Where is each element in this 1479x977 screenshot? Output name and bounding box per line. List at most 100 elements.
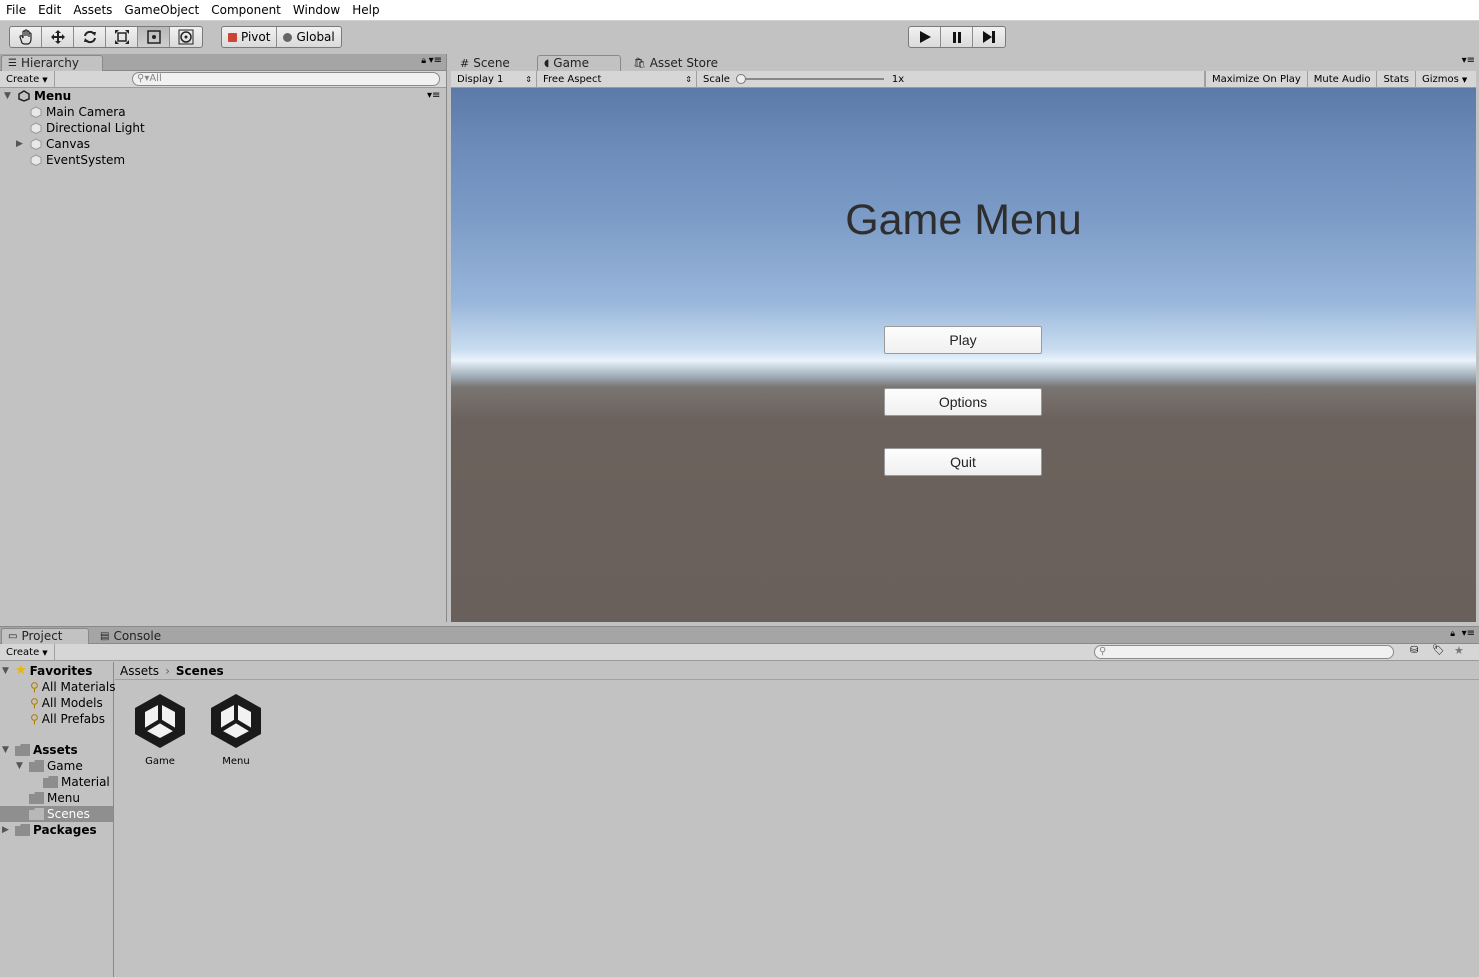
panel-menu-icon[interactable]: ▾≡ bbox=[429, 55, 442, 66]
menu-window[interactable]: Window bbox=[287, 0, 346, 21]
assets-folder-row[interactable]: ▼ Assets bbox=[2, 742, 78, 758]
gizmos-dropdown[interactable]: Gizmos ▼ bbox=[1416, 71, 1473, 88]
tab-game[interactable]: ◖ Game bbox=[537, 55, 621, 71]
hierarchy-search-input[interactable]: ⚲▾All bbox=[132, 72, 440, 86]
expand-arrow-icon[interactable]: ▼ bbox=[2, 663, 12, 679]
step-button[interactable] bbox=[973, 27, 1005, 47]
global-toggle[interactable]: Global bbox=[277, 27, 340, 47]
search-placeholder: All bbox=[149, 73, 162, 84]
panel-menu-icon[interactable]: ▾≡ bbox=[1462, 628, 1475, 639]
menu-help[interactable]: Help bbox=[346, 0, 385, 21]
hand-tool-button[interactable] bbox=[10, 27, 42, 47]
favorite-all-models[interactable]: ⚲ All Models bbox=[30, 695, 103, 711]
assets-label: Assets bbox=[33, 743, 78, 757]
rect-tool-button[interactable] bbox=[138, 27, 170, 47]
tab-project[interactable]: ▭ Project bbox=[1, 628, 89, 644]
star-icon: ★ bbox=[15, 663, 27, 678]
panel-menu-icon[interactable]: ▾≡ bbox=[1462, 55, 1475, 66]
menubar: File Edit Assets GameObject Component Wi… bbox=[0, 0, 1479, 21]
scale-tool-button[interactable] bbox=[106, 27, 138, 47]
lock-icon[interactable]: 🔒︎ bbox=[1450, 629, 1455, 639]
hierarchy-create-dropdown[interactable]: Create ▼ bbox=[0, 70, 55, 88]
stats-toggle[interactable]: Stats bbox=[1377, 70, 1416, 88]
hierarchy-item-directional-light[interactable]: Directional Light bbox=[30, 120, 145, 136]
folder-material[interactable]: Material bbox=[43, 774, 110, 790]
project-folder-tree: ▼ ★ Favorites ⚲ All Materials ⚲ All Mode… bbox=[0, 662, 116, 977]
menu-file[interactable]: File bbox=[0, 0, 32, 21]
folder-label: Menu bbox=[47, 791, 80, 805]
hierarchy-panel: ☰ Hierarchy 🔒︎ ▾≡ Create ▼ ⚲▾All ▼ Menu ▾… bbox=[0, 54, 447, 622]
aspect-dropdown[interactable]: Free Aspect ⇕ bbox=[537, 70, 697, 88]
menu-edit[interactable]: Edit bbox=[32, 0, 67, 21]
display-dropdown[interactable]: Display 1 ⇕ bbox=[451, 70, 537, 88]
scale-slider[interactable] bbox=[735, 74, 884, 84]
play-button[interactable] bbox=[909, 27, 941, 47]
game-options-button[interactable]: Options bbox=[884, 388, 1042, 416]
transform-tool-button[interactable] bbox=[170, 27, 202, 47]
favorites-row[interactable]: ▼ ★ Favorites bbox=[2, 663, 92, 679]
rotate-tool-button[interactable] bbox=[74, 27, 106, 47]
slider-thumb[interactable] bbox=[735, 74, 746, 84]
mute-audio-toggle[interactable]: Mute Audio bbox=[1308, 70, 1378, 88]
rotate-icon bbox=[83, 30, 96, 44]
unity-scene-icon bbox=[135, 694, 185, 748]
scene-menu-icon[interactable]: ▾≡ bbox=[427, 88, 440, 104]
rect-transform-icon bbox=[146, 30, 161, 44]
folder-scenes[interactable]: Scenes bbox=[0, 806, 113, 822]
breadcrumb-assets[interactable]: Assets bbox=[120, 664, 159, 678]
filter-by-label-icon[interactable]: 🏷︎ bbox=[1432, 645, 1445, 656]
tab-scene[interactable]: # Scene bbox=[454, 55, 516, 71]
hierarchy-item-eventsystem[interactable]: EventSystem bbox=[30, 152, 125, 168]
maximize-on-play-toggle[interactable]: Maximize On Play bbox=[1205, 70, 1308, 88]
favorite-star-icon[interactable]: ★ bbox=[1454, 644, 1464, 657]
breadcrumb-scenes[interactable]: Scenes bbox=[176, 664, 224, 678]
asset-game-scene[interactable]: Game bbox=[125, 690, 195, 767]
search-icon: ⚲ bbox=[30, 712, 39, 726]
pivot-toggle[interactable]: Pivot bbox=[222, 27, 278, 47]
gameobject-icon bbox=[30, 154, 42, 166]
display-label: Display 1 bbox=[457, 73, 504, 85]
pause-button[interactable] bbox=[941, 27, 973, 47]
lock-icon[interactable]: 🔒︎ bbox=[421, 56, 426, 66]
packages-folder-row[interactable]: ▶ Packages bbox=[2, 822, 97, 838]
folder-icon bbox=[29, 792, 44, 804]
tab-game-label: Game bbox=[553, 56, 590, 70]
tab-console[interactable]: ▤ Console bbox=[94, 628, 167, 644]
favorite-label: All Models bbox=[41, 696, 103, 710]
menu-component[interactable]: Component bbox=[205, 0, 287, 21]
tab-asset-store[interactable]: 🛍︎ Asset Store bbox=[627, 55, 724, 71]
expand-arrow-icon[interactable]: ▼ bbox=[4, 88, 14, 104]
hierarchy-item-main-camera[interactable]: Main Camera bbox=[30, 104, 126, 120]
game-viewport[interactable]: Game Menu Play Options Quit bbox=[451, 88, 1476, 622]
item-label: Canvas bbox=[46, 137, 91, 151]
filter-by-type-icon[interactable]: ⛁ bbox=[1410, 645, 1418, 656]
search-icon: ⚲ bbox=[30, 696, 39, 710]
search-icon: ⚲▾ bbox=[137, 73, 150, 84]
game-quit-button[interactable]: Quit bbox=[884, 448, 1042, 476]
store-icon: 🛍︎ bbox=[633, 57, 646, 69]
item-label: Directional Light bbox=[46, 121, 145, 135]
folder-game[interactable]: ▼ Game bbox=[16, 758, 83, 774]
collapsed-arrow-icon[interactable]: ▶ bbox=[16, 136, 26, 152]
folder-menu[interactable]: Menu bbox=[29, 790, 80, 806]
menu-gameobject[interactable]: GameObject bbox=[118, 0, 205, 21]
collapsed-arrow-icon[interactable]: ▶ bbox=[2, 822, 12, 838]
move-tool-button[interactable] bbox=[42, 27, 74, 47]
tab-scene-label: Scene bbox=[473, 55, 510, 70]
folder-label: Game bbox=[47, 759, 83, 773]
dropdown-arrow-icon: ▼ bbox=[42, 648, 48, 657]
expand-arrow-icon[interactable]: ▼ bbox=[16, 758, 26, 774]
hierarchy-item-canvas[interactable]: ▶ Canvas bbox=[16, 136, 90, 152]
project-search-input[interactable]: ⚲ bbox=[1094, 645, 1394, 659]
tab-hierarchy[interactable]: ☰ Hierarchy bbox=[1, 55, 103, 71]
list-icon: ☰ bbox=[8, 58, 17, 69]
favorite-all-materials[interactable]: ⚲ All Materials bbox=[30, 679, 116, 695]
menu-assets[interactable]: Assets bbox=[67, 0, 118, 21]
game-play-button[interactable]: Play bbox=[884, 326, 1042, 354]
project-create-dropdown[interactable]: Create ▼ bbox=[0, 643, 55, 661]
expand-arrow-icon[interactable]: ▼ bbox=[2, 742, 12, 758]
favorite-all-prefabs[interactable]: ⚲ All Prefabs bbox=[30, 711, 105, 727]
item-label: EventSystem bbox=[46, 153, 126, 167]
asset-menu-scene[interactable]: Menu bbox=[201, 690, 271, 767]
scene-row[interactable]: ▼ Menu ▾≡ bbox=[4, 88, 446, 104]
